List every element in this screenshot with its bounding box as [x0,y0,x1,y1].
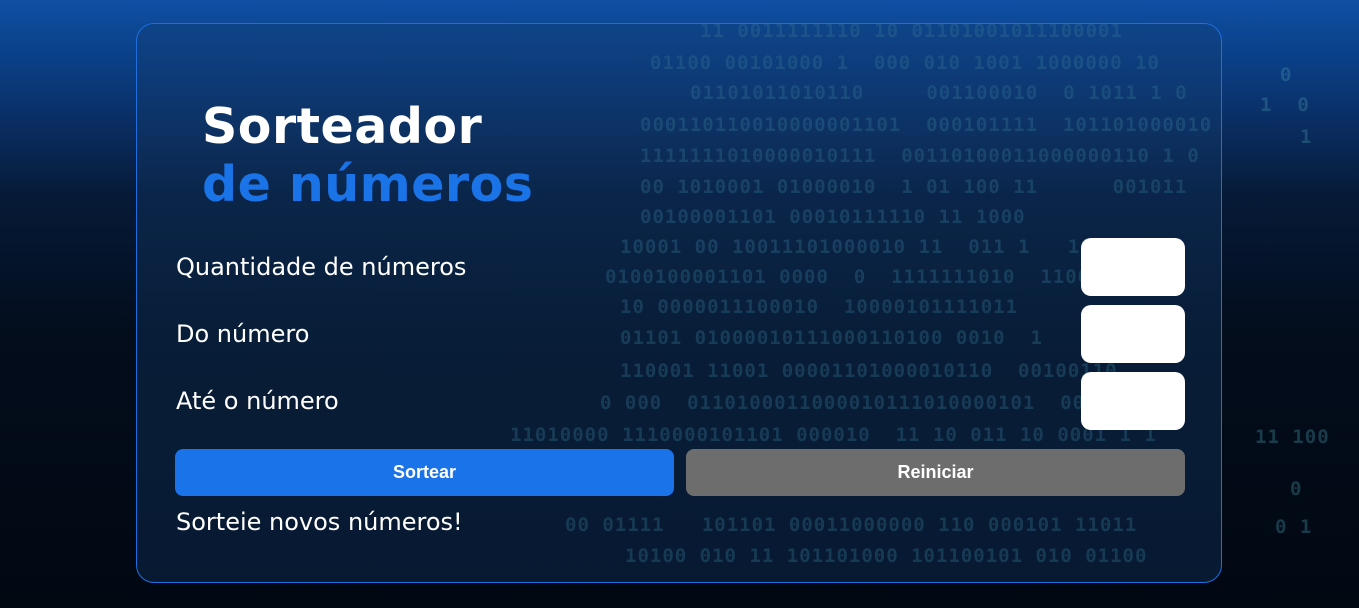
quantity-input[interactable] [1081,238,1185,296]
status-message: Sorteie novos números! [176,508,463,536]
from-input[interactable] [1081,305,1185,363]
quantity-row: Quantidade de números [176,238,1185,296]
from-row: Do número [176,305,1185,363]
title-line-1: Sorteador [202,98,483,155]
page-title: Sorteador de números [202,98,533,214]
draw-button[interactable]: Sortear [175,449,674,496]
quantity-label: Quantidade de números [176,253,467,281]
reset-button[interactable]: Reiniciar [686,449,1185,496]
to-row: Até o número [176,372,1185,430]
to-label: Até o número [176,387,339,415]
from-label: Do número [176,320,310,348]
to-input[interactable] [1081,372,1185,430]
title-line-2: de números [202,156,534,213]
